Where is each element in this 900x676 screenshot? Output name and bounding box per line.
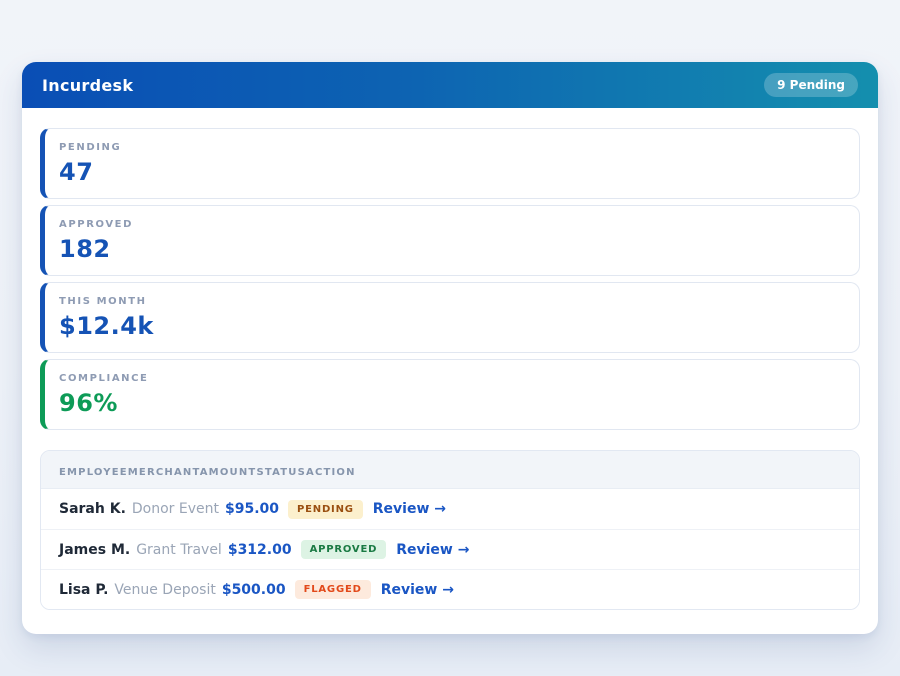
stat-card: THIS MONTH $12.4k: [40, 282, 860, 353]
transactions-table: EMPLOYEEMERCHANTAMOUNTSTATUSACTION Sarah…: [40, 450, 860, 610]
amount-value: $312.00: [228, 542, 292, 558]
merchant-name: Venue Deposit: [114, 582, 215, 598]
review-link[interactable]: Review →: [396, 542, 469, 558]
stat-value: $12.4k: [59, 312, 841, 340]
merchant-name: Grant Travel: [136, 542, 222, 558]
table-body: Sarah K. Donor Event $95.00 PENDING Revi…: [41, 489, 859, 609]
table-header-row: EMPLOYEEMERCHANTAMOUNTSTATUSACTION: [41, 451, 859, 489]
pending-count-badge: 9 Pending: [764, 73, 858, 97]
employee-name: Sarah K.: [59, 501, 126, 517]
stat-label: THIS MONTH: [59, 296, 841, 307]
stat-card: APPROVED 182: [40, 205, 860, 276]
status-badge: APPROVED: [301, 540, 387, 559]
amount-value: $95.00: [225, 501, 279, 517]
stat-label: COMPLIANCE: [59, 373, 841, 384]
app-title: Incurdesk: [42, 76, 133, 95]
column-header: STATUS: [256, 467, 306, 478]
review-link[interactable]: Review →: [381, 582, 454, 598]
stat-label: PENDING: [59, 142, 841, 153]
column-header: EMPLOYEE: [59, 467, 128, 478]
stat-value: 47: [59, 158, 841, 186]
table-row: Sarah K. Donor Event $95.00 PENDING Revi…: [41, 489, 859, 529]
column-header: ACTION: [306, 467, 356, 478]
employee-name: James M.: [59, 542, 130, 558]
employee-name: Lisa P.: [59, 582, 108, 598]
status-badge: FLAGGED: [295, 580, 371, 599]
table-row: Lisa P. Venue Deposit $500.00 FLAGGED Re…: [41, 569, 859, 609]
incurdesk-card: Incurdesk 9 Pending PENDING 47 APPROVED …: [22, 62, 878, 634]
amount-value: $500.00: [222, 582, 286, 598]
stat-card: PENDING 47: [40, 128, 860, 199]
app-body: PENDING 47 APPROVED 182 THIS MONTH $12.4…: [22, 108, 878, 634]
stat-label: APPROVED: [59, 219, 841, 230]
table-row: James M. Grant Travel $312.00 APPROVED R…: [41, 529, 859, 569]
app-header: Incurdesk 9 Pending: [22, 62, 878, 108]
review-link[interactable]: Review →: [373, 501, 446, 517]
column-header: MERCHANT: [128, 467, 200, 478]
stat-value: 182: [59, 235, 841, 263]
merchant-name: Donor Event: [132, 501, 219, 517]
stat-card: COMPLIANCE 96%: [40, 359, 860, 430]
stat-value: 96%: [59, 389, 841, 417]
stats-section: PENDING 47 APPROVED 182 THIS MONTH $12.4…: [40, 128, 860, 430]
column-header: AMOUNT: [200, 467, 257, 478]
status-badge: PENDING: [288, 500, 363, 519]
